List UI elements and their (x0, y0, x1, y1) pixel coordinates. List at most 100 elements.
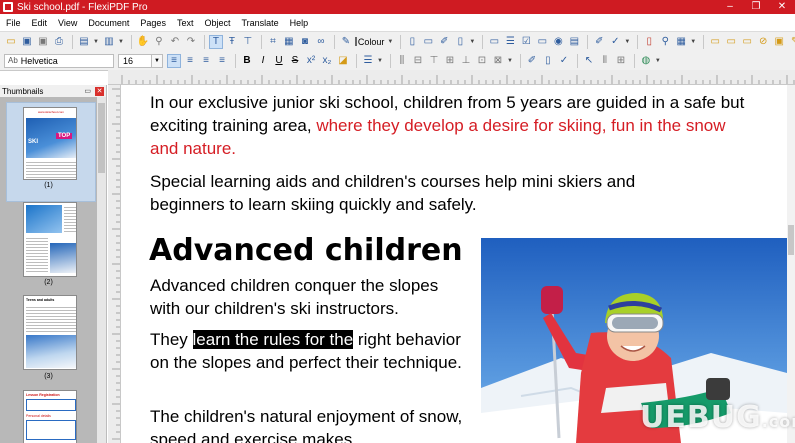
hand-tool-icon[interactable]: ✋ (136, 35, 150, 49)
button-field-icon[interactable]: ▭ (535, 35, 549, 49)
text-highlight-icon[interactable]: ◪ (336, 54, 350, 68)
thumbnail-page-3[interactable]: Teens and adults (23, 295, 77, 370)
combo-icon[interactable]: ▤ (567, 35, 581, 49)
font-size-field[interactable]: 16 (118, 53, 152, 68)
chevron-down-icon[interactable]: ▼ (387, 39, 393, 45)
menu-view[interactable]: View (58, 18, 77, 28)
document-scrollbar[interactable] (787, 85, 795, 443)
paragraph-rules[interactable]: They learn the rules for the right behav… (150, 328, 466, 374)
comment-icon[interactable]: ▭ (708, 35, 722, 49)
pdf-icon[interactable]: ▯ (642, 35, 656, 49)
markup-icon[interactable]: ✎ (788, 35, 795, 49)
save-as-icon[interactable]: ▣ (36, 35, 50, 49)
font-name-field[interactable]: Ab Helvetica (4, 53, 114, 68)
print-icon[interactable]: ⎙ (52, 35, 66, 49)
menu-text[interactable]: Text (177, 18, 194, 28)
align-top-icon[interactable]: ⊤ (427, 54, 441, 68)
attachment-icon[interactable]: ⊘ (756, 35, 770, 49)
text-columns-icon[interactable]: ⫴ (598, 54, 612, 68)
listbox-icon[interactable]: ☰ (503, 35, 517, 49)
page-layout-icon[interactable]: ▥ (102, 35, 116, 49)
stamp-icon[interactable]: ▣ (772, 35, 786, 49)
thumbnail-page-4[interactable]: Lesson Registration Personal details (23, 390, 77, 443)
restore-button[interactable]: ❐ (743, 0, 769, 14)
scrollbar-thumb[interactable] (98, 103, 105, 173)
link-icon[interactable]: ∞ (314, 35, 328, 49)
bold-icon[interactable]: B (240, 54, 254, 68)
undo-icon[interactable]: ↶ (168, 35, 182, 49)
align-right-icon[interactable]: ≡ (199, 54, 213, 68)
edit-object-icon[interactable]: ✐ (525, 54, 539, 68)
object-check-icon[interactable]: ✓ (557, 54, 571, 68)
pages-icon[interactable]: ▯ (453, 35, 467, 49)
align-left-icon[interactable]: ≡ (167, 53, 181, 68)
sticky-note-icon[interactable]: ▭ (740, 35, 754, 49)
thumbnail-page-1[interactable]: www.skischool.com TOP SKI (23, 107, 77, 180)
chevron-down-icon[interactable]: ▼ (655, 58, 661, 64)
thumbnails-scrollbar[interactable] (97, 97, 106, 443)
ungroup-icon[interactable]: ⊠ (491, 54, 505, 68)
edit-page-icon[interactable]: ✐ (437, 35, 451, 49)
italic-icon[interactable]: I (256, 54, 270, 68)
menu-translate[interactable]: Translate (241, 18, 278, 28)
selected-text[interactable]: learn the rules for the (192, 330, 354, 349)
close-button[interactable]: ✕ (769, 0, 795, 14)
text-fit-icon[interactable]: ⊤ (241, 35, 255, 49)
camera-icon[interactable]: ◙ (298, 35, 312, 49)
object-properties-icon[interactable]: ▯ (541, 54, 555, 68)
text-flow-icon[interactable]: ⊞ (614, 54, 628, 68)
open-folder-icon[interactable]: ▭ (4, 35, 18, 49)
colour-swatch[interactable] (354, 37, 357, 46)
highlight-icon[interactable]: ▭ (724, 35, 738, 49)
textfield-icon[interactable]: ▭ (487, 35, 501, 49)
menu-file[interactable]: File (6, 18, 21, 28)
crop-icon[interactable]: ⌗ (266, 35, 280, 49)
chevron-down-icon[interactable]: ▼ (624, 39, 630, 45)
chevron-down-icon[interactable]: ▼ (469, 39, 475, 45)
subscript-icon[interactable]: x₂ (320, 54, 334, 68)
image-export-icon[interactable]: ▦ (674, 35, 688, 49)
chevron-down-icon[interactable]: ▼ (690, 39, 696, 45)
line-spacing-icon[interactable]: ☰ (361, 54, 375, 68)
chevron-down-icon[interactable]: ▼ (507, 58, 513, 64)
section-heading[interactable]: Advanced children (149, 233, 463, 269)
font-size-dropdown[interactable]: ▼ (152, 53, 163, 68)
zoom-icon[interactable]: ⚲ (152, 35, 166, 49)
menu-object[interactable]: Object (204, 18, 230, 28)
redo-icon[interactable]: ↷ (184, 35, 198, 49)
menu-edit[interactable]: Edit (32, 18, 48, 28)
distribute-icon[interactable]: ⫼ (395, 54, 409, 68)
pin-icon[interactable]: ▭ (84, 87, 91, 95)
radio-icon[interactable]: ◉ (551, 35, 565, 49)
align-bottom-icon[interactable]: ⊥ (459, 54, 473, 68)
globe-icon[interactable]: ◍ (639, 54, 653, 68)
chevron-down-icon[interactable]: ▼ (377, 58, 383, 64)
thumbnail-page-2[interactable] (23, 202, 77, 277)
menu-document[interactable]: Document (88, 18, 129, 28)
page-icon[interactable]: ▯ (405, 35, 419, 49)
document-page[interactable]: In our exclusive junior ski school, chil… (122, 85, 787, 443)
paragraph-advanced[interactable]: Advanced children conquer the slopes wit… (150, 274, 472, 320)
note-icon[interactable]: ▭ (421, 35, 435, 49)
menu-pages[interactable]: Pages (140, 18, 166, 28)
colour-label[interactable]: Colour (358, 37, 385, 47)
group-icon[interactable]: ⊡ (475, 54, 489, 68)
paragraph-enjoyment[interactable]: The children's natural enjoyment of snow… (150, 405, 472, 443)
paragraph-learning-aids[interactable]: Special learning aids and children's cou… (150, 170, 690, 216)
save-icon[interactable]: ▣ (20, 35, 34, 49)
minimize-button[interactable]: – (717, 0, 743, 14)
align-center-icon[interactable]: ≡ (183, 54, 197, 68)
align-middle-icon[interactable]: ⊞ (443, 54, 457, 68)
underline-icon[interactable]: U (272, 54, 286, 68)
eyedropper-icon[interactable]: ✎ (339, 35, 353, 49)
text-insert-icon[interactable]: Ŧ (225, 35, 239, 49)
superscript-icon[interactable]: x² (304, 54, 318, 68)
chevron-down-icon[interactable]: ▼ (118, 39, 124, 45)
paragraph-intro[interactable]: In our exclusive junior ski school, chil… (150, 91, 750, 160)
close-panel-icon[interactable]: ✕ (95, 86, 104, 96)
view-mode-icon[interactable]: ▤ (77, 35, 91, 49)
align-justify-icon[interactable]: ≡ (215, 54, 229, 68)
search-icon[interactable]: ⚲ (658, 35, 672, 49)
chevron-down-icon[interactable]: ▼ (93, 39, 99, 45)
form-edit-icon[interactable]: ✐ (592, 35, 606, 49)
